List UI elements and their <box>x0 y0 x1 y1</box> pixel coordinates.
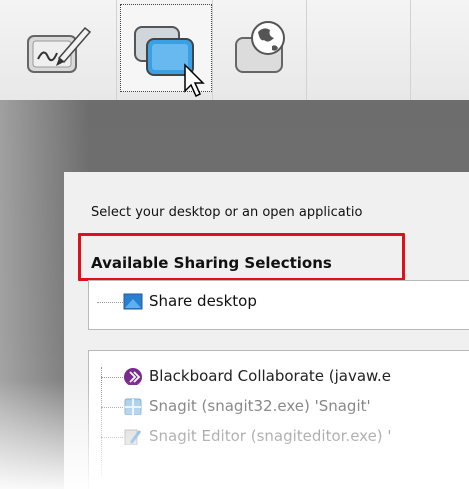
desktop-icon <box>123 293 143 310</box>
share-desktop-label: Share desktop <box>149 292 257 310</box>
application-sharing-button[interactable] <box>120 4 212 98</box>
highlight-box <box>78 233 405 281</box>
list-item-label: Snagit Editor (snagiteditor.exe) ' <box>149 427 392 445</box>
web-tour-button[interactable] <box>214 4 306 92</box>
list-item[interactable]: Snagit Editor (snagiteditor.exe) ' <box>123 425 469 449</box>
snagit-icon <box>124 398 142 415</box>
share-desktop-list: Share desktop <box>88 280 469 330</box>
snagit-editor-icon <box>124 429 142 445</box>
prompt-text: Select your desktop or an open applicati… <box>91 205 363 220</box>
whiteboard-pen-icon <box>27 26 92 73</box>
whiteboard-button[interactable] <box>2 4 94 92</box>
mouse-cursor-icon <box>184 63 205 98</box>
list-item[interactable]: Snagit (snagit32.exe) 'Snagit' <box>123 395 469 419</box>
toolbar <box>0 0 469 101</box>
application-sharing-dialog: Select your desktop or an open applicati… <box>64 172 469 489</box>
list-item[interactable]: Blackboard Collaborate (javaw.e <box>123 365 469 389</box>
application-list: Blackboard Collaborate (javaw.e Snagit (… <box>88 350 469 489</box>
list-item-label: Snagit (snagit32.exe) 'Snagit' <box>149 397 371 415</box>
globe-icon <box>235 21 285 73</box>
list-item-label: Blackboard Collaborate (javaw.e <box>149 367 391 385</box>
share-desktop-item[interactable]: Share desktop <box>123 291 343 315</box>
collaborate-icon <box>124 368 142 385</box>
